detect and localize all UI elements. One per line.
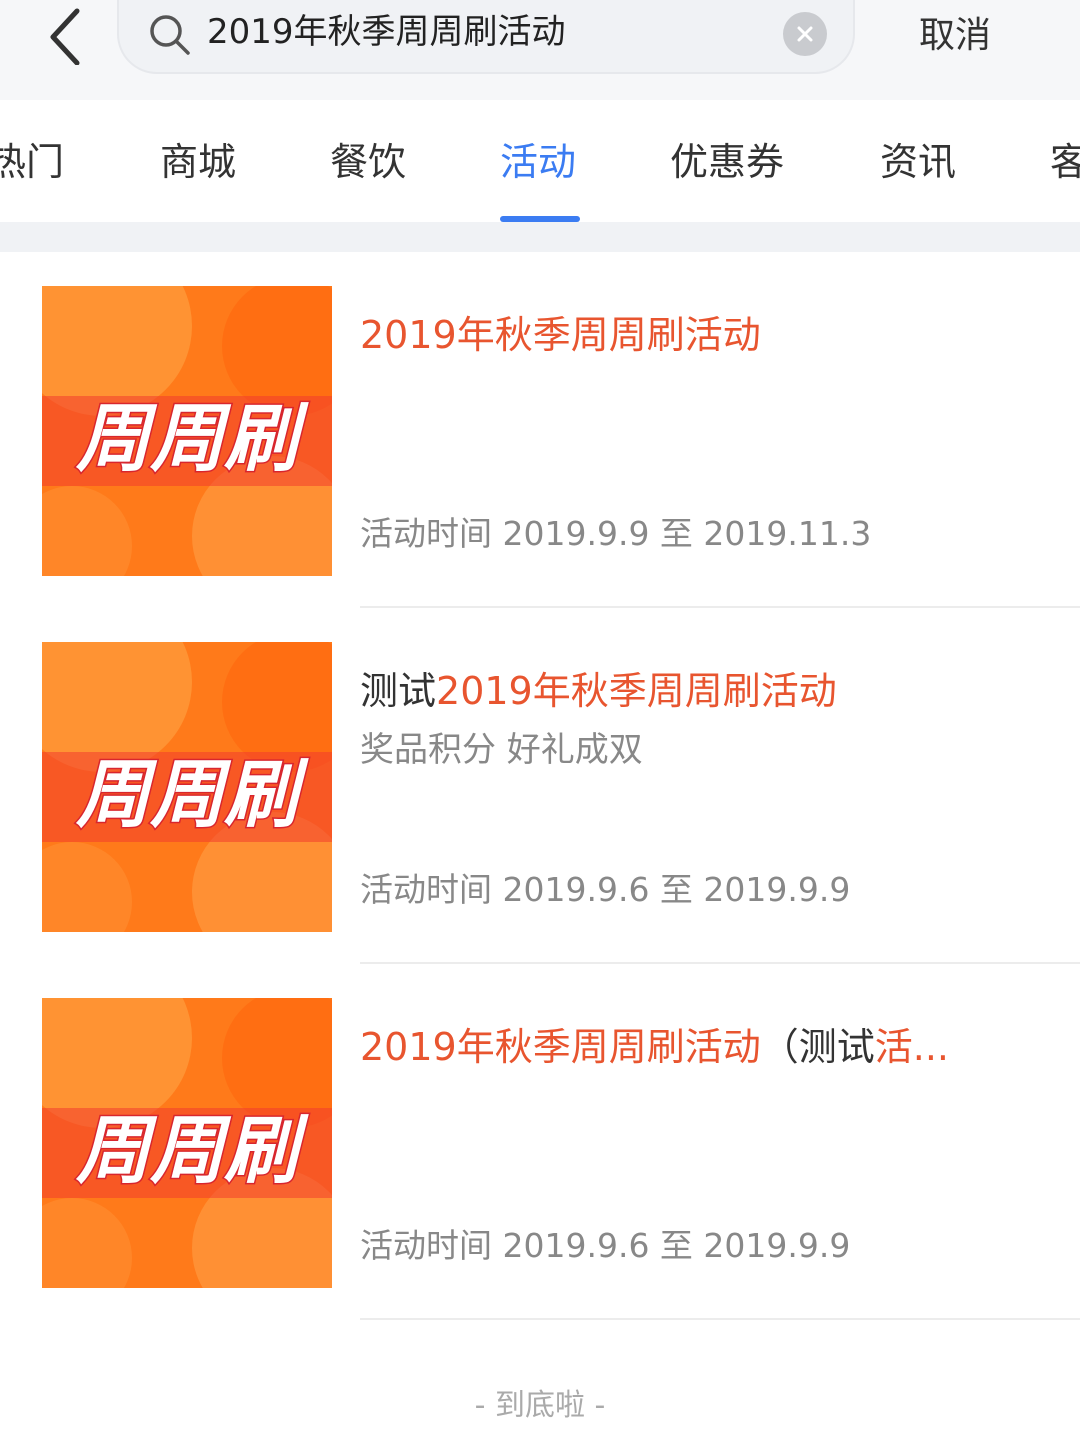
tab-news[interactable]: 资讯: [880, 136, 956, 188]
title-highlight: 2019年秋季周周刷活动: [436, 669, 837, 713]
chevron-left-icon: [50, 8, 80, 65]
tab-activity[interactable]: 活动: [500, 136, 576, 188]
item-title: 2019年秋季周周刷活动: [360, 308, 1050, 362]
item-title: 2019年秋季周周刷活动（测试活...: [360, 1020, 1050, 1074]
title-highlight: 2019年秋季周周刷活动: [360, 1025, 761, 1069]
thumb-text: 周周刷: [75, 752, 309, 838]
search-query[interactable]: 2019年秋季周周刷活动: [207, 6, 566, 58]
item-time: 活动时间 2019.9.6 至 2019.9.9: [360, 870, 851, 909]
title-prefix: 测试: [360, 669, 437, 713]
list-item[interactable]: 周周刷 测试2019年秋季周周刷活动 奖品积分 好礼成双 活动时间 2019.9…: [0, 608, 1080, 964]
list-item[interactable]: 周周刷 2019年秋季周周刷活动（测试活... 活动时间 2019.9.6 至 …: [0, 964, 1080, 1320]
category-tabs: 热门 商城 餐饮 活动 优惠券 资讯 客: [0, 100, 1080, 222]
cancel-button[interactable]: 取消: [890, 8, 1020, 64]
clear-icon: [797, 26, 813, 42]
activity-thumbnail: 周周刷: [42, 998, 332, 1288]
item-time: 活动时间 2019.9.9 至 2019.11.3: [360, 514, 872, 553]
thumb-text: 周周刷: [75, 1108, 309, 1194]
list-end-text: - 到底啦 -: [474, 1388, 606, 1423]
title-suffix: （测试: [760, 1025, 875, 1069]
search-input[interactable]: 2019年秋季周周刷活动: [117, 0, 855, 74]
title-highlight: 2019年秋季周周刷活动: [360, 313, 761, 357]
clear-button[interactable]: [783, 12, 827, 56]
search-header: 2019年秋季周周刷活动 取消: [0, 0, 1080, 100]
tab-coupons[interactable]: 优惠券: [670, 136, 784, 188]
activity-thumbnail: 周周刷: [42, 286, 332, 576]
item-divider: [360, 1318, 1080, 1320]
activity-thumbnail: 周周刷: [42, 642, 332, 932]
title-tail: 活...: [874, 1025, 949, 1069]
tab-dining[interactable]: 餐饮: [330, 136, 406, 188]
item-time: 活动时间 2019.9.6 至 2019.9.9: [360, 1226, 851, 1265]
tab-mall[interactable]: 商城: [160, 136, 236, 188]
back-button[interactable]: [30, 0, 100, 70]
item-subtitle: 奖品积分 好礼成双: [360, 730, 643, 770]
tab-more[interactable]: 客: [1050, 136, 1080, 188]
item-title: 测试2019年秋季周周刷活动: [360, 664, 1050, 718]
tab-hot[interactable]: 热门: [0, 136, 64, 188]
section-divider: [0, 222, 1080, 252]
search-icon: [150, 15, 190, 55]
list-item[interactable]: 周周刷 2019年秋季周周刷活动 活动时间 2019.9.9 至 2019.11…: [0, 252, 1080, 608]
thumb-text: 周周刷: [75, 396, 309, 482]
